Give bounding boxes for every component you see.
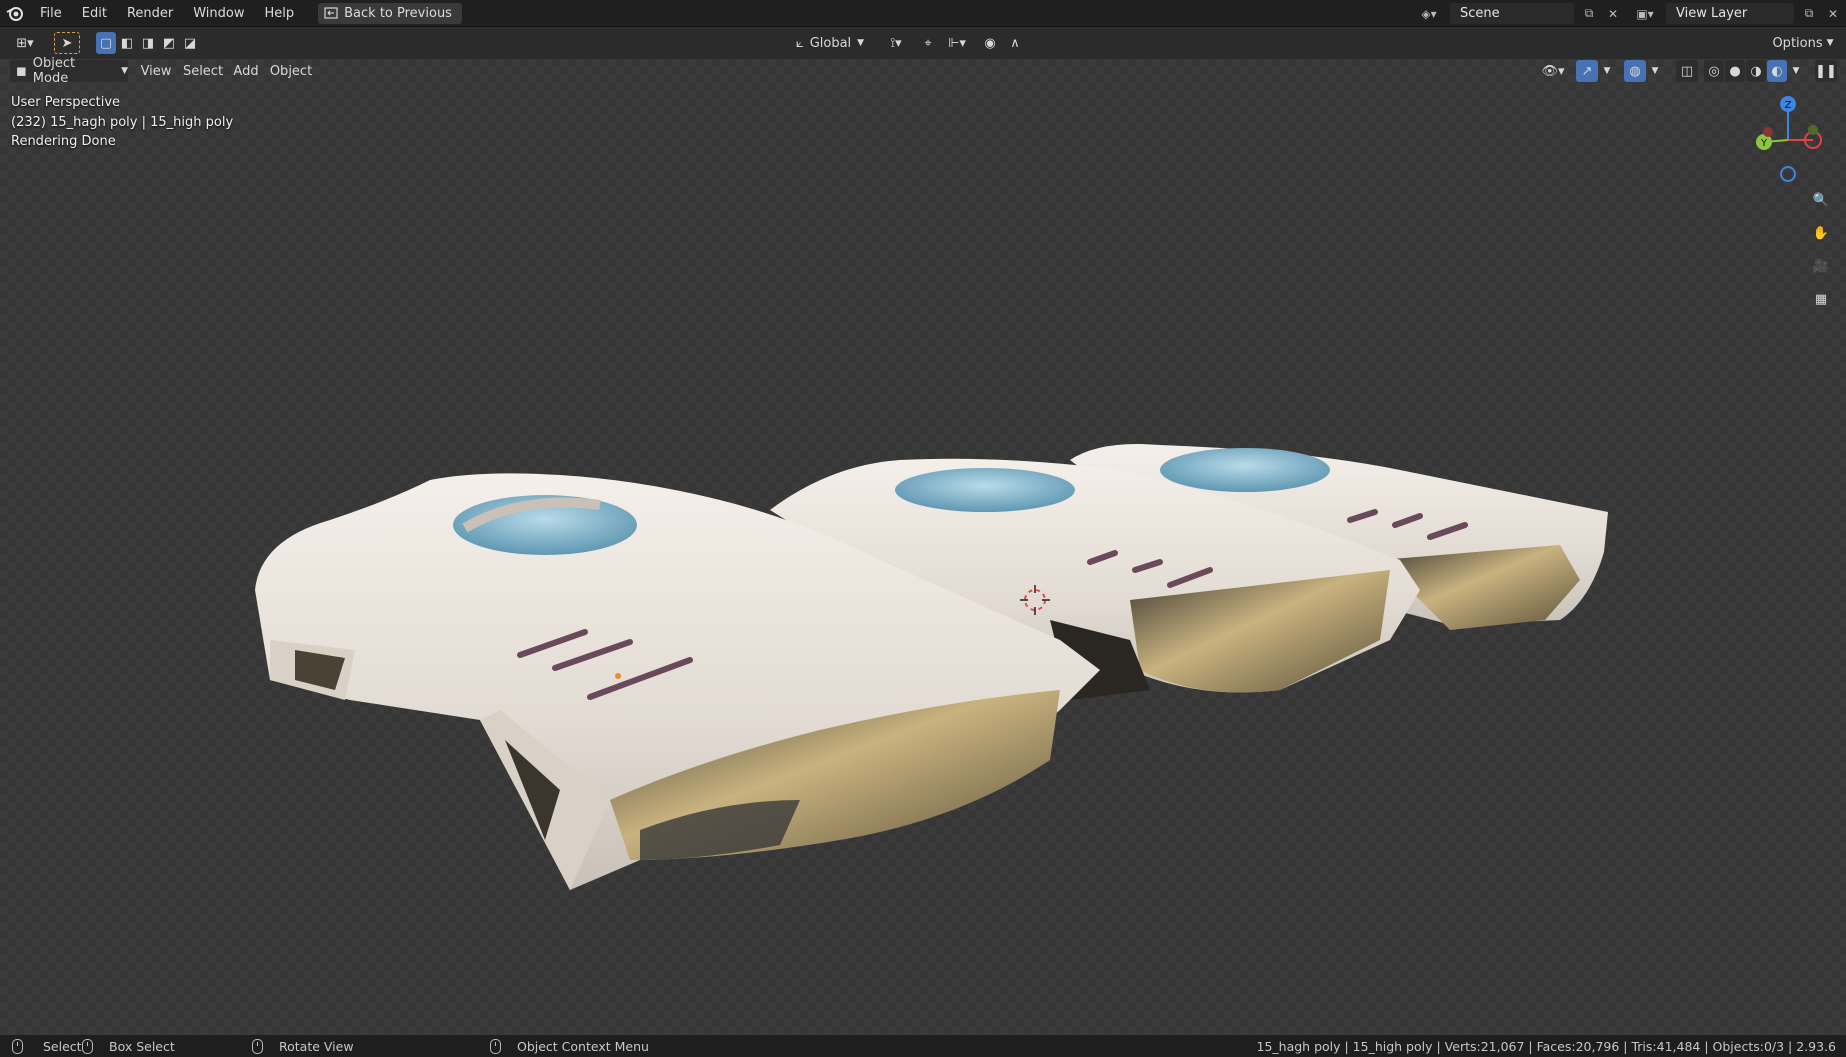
mouse-middle-icon [252, 1038, 263, 1054]
status-select-label: Select [43, 1038, 82, 1054]
tool-header: ⊞▾ ➤ ▢ ◧ ◨ ◩ ◪ ⟀ Global ▼ ⟟▾ ⌖ ⊩▾ ◉ ∧ Op… [0, 27, 1846, 59]
menu-object[interactable]: Object [266, 60, 316, 82]
view-layer-selector: ▣▾ View Layer ⧉ ✕ [1630, 3, 1842, 24]
gizmo-neg-x [1763, 127, 1773, 137]
mouse-drag-icon [82, 1038, 93, 1054]
menu-render[interactable]: Render [117, 0, 183, 27]
chevron-down-icon[interactable]: ▼ [1600, 60, 1614, 82]
select-tool-icon[interactable]: ➤ [54, 32, 80, 54]
new-scene-icon[interactable]: ⧉ [1580, 5, 1598, 23]
menu-help[interactable]: Help [255, 0, 305, 27]
pivot-point-icon[interactable]: ⟟▾ [880, 32, 912, 54]
select-mode-intersect-icon[interactable]: ◪ [180, 32, 200, 54]
scene-selector: ◈▾ Scene ⧉ ✕ [1414, 3, 1622, 24]
view-perspective-label: User Perspective [11, 95, 121, 110]
transform-orientation-dropdown[interactable]: ⟀ Global ▼ [788, 32, 872, 54]
wireframe-shading-icon[interactable]: ◎ [1704, 60, 1724, 82]
select-mode-invert-icon[interactable]: ◩ [159, 32, 179, 54]
view-layer-field[interactable]: View Layer [1666, 3, 1794, 24]
chevron-down-icon[interactable]: ▼ [1789, 60, 1803, 82]
viewport-header: ◼ Object Mode ▼ View Select Add Object 👁… [0, 56, 1846, 86]
proportional-edit-icon[interactable]: ◉ [980, 32, 1000, 54]
top-menu-bar: File Edit Render Window Help Back to Pre… [0, 0, 1846, 27]
object-mode-icon: ◼ [16, 63, 27, 79]
scene-statistics: 15_hagh poly | 15_high poly | Verts:21,0… [1256, 1038, 1837, 1054]
material-shading-icon[interactable]: ◑ [1746, 60, 1766, 82]
menu-add[interactable]: Add [230, 60, 262, 82]
status-context-menu-label: Object Context Menu [517, 1038, 649, 1054]
camera-view-icon[interactable]: 🎥 [1807, 252, 1835, 280]
orientation-icon: ⟀ [795, 35, 804, 51]
select-mode-extend-icon[interactable]: ◧ [117, 32, 137, 54]
gizmo-y-label: Y [1760, 138, 1768, 149]
menu-window[interactable]: Window [183, 0, 254, 27]
sidebar-toggle-icon[interactable]: ❚❚ [1815, 60, 1837, 82]
object-mode-label: Object Mode [32, 56, 76, 86]
gizmo-toggle-icon[interactable]: ↗ [1576, 60, 1598, 82]
gizmo-z-label: Z [1785, 100, 1792, 111]
zoom-icon[interactable]: 🔍 [1807, 186, 1835, 214]
object-mode-dropdown[interactable]: ◼ Object Mode ▼ [10, 56, 128, 86]
solid-shading-icon[interactable]: ● [1725, 60, 1745, 82]
back-icon [324, 7, 338, 19]
chevron-down-icon: ▼ [857, 38, 865, 48]
transform-orientation-label: Global [809, 35, 852, 51]
pan-hand-icon[interactable]: ✋ [1807, 219, 1835, 247]
chevron-down-icon[interactable]: ▼ [1648, 60, 1662, 82]
menu-select[interactable]: Select [180, 60, 226, 82]
navigation-gizmo[interactable]: Z Y [1740, 90, 1830, 190]
back-to-previous-label: Back to Previous [344, 5, 452, 21]
scene-name-field[interactable]: Scene [1450, 3, 1574, 24]
editor-type-icon[interactable]: ⊞▾ [8, 32, 42, 54]
select-mode-subtract-icon[interactable]: ◨ [138, 32, 158, 54]
scene-browse-icon[interactable]: ◈▾ [1414, 5, 1444, 23]
status-box-select-label: Box Select [109, 1038, 175, 1054]
object-origin [615, 673, 621, 679]
visibility-icon[interactable]: 👁▾ [1536, 60, 1570, 82]
status-rotate-view: Rotate View [252, 1038, 354, 1054]
menu-edit[interactable]: Edit [72, 0, 117, 27]
options-dropdown[interactable]: Options ▼ [1766, 32, 1840, 54]
spaceship-model[interactable] [0, 0, 1846, 1057]
render-status-label: Rendering Done [11, 134, 116, 149]
chevron-down-icon: ▼ [1826, 38, 1834, 48]
mouse-right-icon [490, 1038, 501, 1054]
mouse-left-icon [12, 1038, 23, 1054]
gizmo-neg-z [1780, 166, 1796, 182]
status-context-menu: Object Context Menu [490, 1038, 649, 1054]
rendered-shading-icon[interactable]: ◐ [1767, 60, 1787, 82]
view-layer-browse-icon[interactable]: ▣▾ [1630, 5, 1660, 23]
delete-view-layer-icon[interactable]: ✕ [1824, 5, 1842, 23]
status-rotate-view-label: Rotate View [279, 1038, 354, 1054]
menu-view[interactable]: View [136, 60, 176, 82]
select-mode-new-icon[interactable]: ▢ [96, 32, 116, 54]
menu-file[interactable]: File [30, 0, 72, 27]
status-select: Select [12, 1038, 82, 1054]
active-object-label: (232) 15_hagh poly | 15_high poly [11, 115, 234, 130]
snap-toggle-icon[interactable]: ⌖ [918, 32, 938, 54]
overlays-toggle-icon[interactable]: ◍ [1624, 60, 1646, 82]
perspective-grid-icon[interactable]: ▦ [1807, 285, 1835, 313]
blender-logo-icon[interactable] [0, 0, 30, 27]
options-label: Options [1772, 35, 1823, 51]
status-bar: Select Box Select Rotate View Object Con… [0, 1035, 1846, 1057]
falloff-curve-icon[interactable]: ∧ [1004, 32, 1026, 54]
chevron-down-icon: ▼ [121, 66, 128, 76]
delete-scene-icon[interactable]: ✕ [1604, 5, 1622, 23]
new-view-layer-icon[interactable]: ⧉ [1800, 5, 1818, 23]
back-to-previous-button[interactable]: Back to Previous [318, 2, 462, 24]
gizmo-neg-y [1808, 125, 1818, 135]
status-box-select: Box Select [82, 1038, 175, 1054]
xray-toggle-icon[interactable]: ◫ [1676, 60, 1698, 82]
snap-target-icon[interactable]: ⊩▾ [940, 32, 974, 54]
